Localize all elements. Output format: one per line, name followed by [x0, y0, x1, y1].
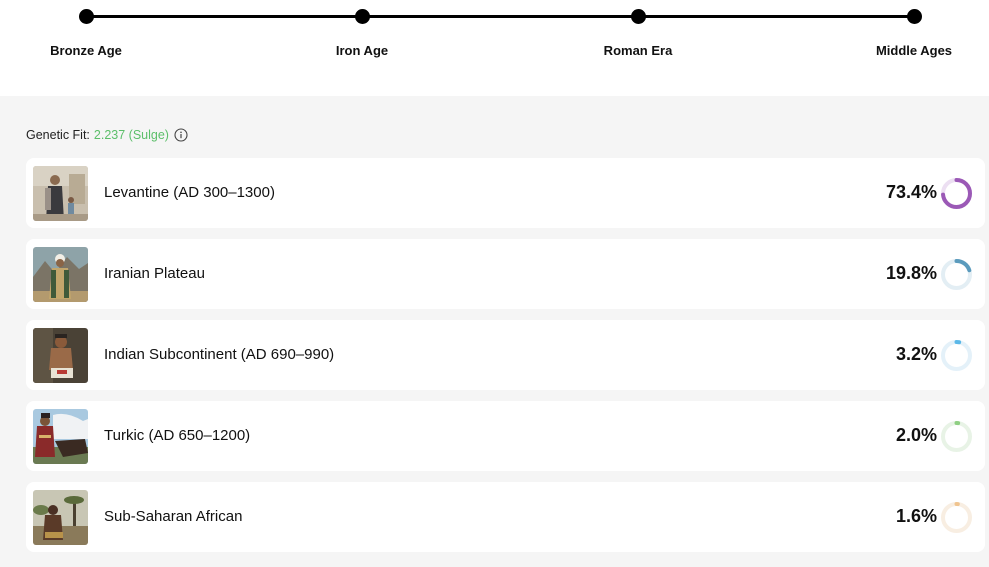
levantine-portrait: [33, 166, 88, 221]
era-timeline: Bronze Age Iron Age Roman Era Middle Age…: [0, 0, 989, 96]
timeline-dot-roman-era[interactable]: [631, 9, 646, 24]
progress-ring: [941, 502, 972, 533]
ancestry-name: Levantine (AD 300–1300): [104, 184, 275, 201]
timeline-track: [86, 15, 914, 18]
ancestry-row-levantine[interactable]: Levantine (AD 300–1300) 73.4%: [26, 158, 985, 228]
ancestry-percent: 1.6%: [895, 506, 937, 526]
progress-ring: [941, 421, 972, 452]
timeline-dot-iron-age[interactable]: [355, 9, 370, 24]
timeline-label-iron-age[interactable]: Iron Age: [336, 43, 388, 58]
progress-ring-track: [941, 340, 972, 371]
ancestry-percent: 3.2%: [895, 344, 937, 364]
turkic-portrait: [33, 409, 88, 464]
timeline-label-bronze-age[interactable]: Bronze Age: [50, 43, 122, 58]
ancestry-row-iranian-plateau[interactable]: Iranian Plateau 19.8%: [26, 239, 985, 309]
ancestry-name: Iranian Plateau: [104, 265, 205, 282]
timeline-label-middle-ages[interactable]: Middle Ages: [876, 43, 952, 58]
genetic-fit: Genetic Fit: 2.237 (Sulge): [26, 128, 188, 142]
ancestry-name: Turkic (AD 650–1200): [104, 427, 251, 444]
ancestry-percent: 19.8%: [885, 263, 937, 283]
ancestry-row-indian-subcontinent[interactable]: Indian Subcontinent (AD 690–990) 3.2%: [26, 320, 985, 390]
info-icon[interactable]: [174, 128, 188, 142]
ancestry-row-sub-saharan-african[interactable]: Sub-Saharan African 1.6%: [26, 482, 985, 552]
timeline-label-roman-era[interactable]: Roman Era: [604, 43, 673, 58]
progress-ring: [941, 259, 972, 290]
progress-ring: [941, 340, 972, 371]
progress-ring-track: [941, 502, 972, 533]
ancestry-row-turkic[interactable]: Turkic (AD 650–1200) 2.0%: [26, 401, 985, 471]
progress-ring: [941, 178, 972, 209]
ancestry-percent: 2.0%: [895, 425, 937, 445]
sub-saharan-african-portrait: [33, 490, 88, 545]
genetic-fit-value: 2.237 (Sulge): [93, 128, 169, 142]
timeline-dot-middle-ages[interactable]: [907, 9, 922, 24]
indian-subcontinent-portrait: [33, 328, 88, 383]
ancestry-percent: 73.4%: [885, 182, 937, 202]
progress-ring-track: [941, 421, 972, 452]
timeline-dot-bronze-age[interactable]: [79, 9, 94, 24]
ancestry-name: Sub-Saharan African: [104, 508, 243, 525]
genetic-fit-label: Genetic Fit:: [26, 128, 90, 142]
ancestry-name: Indian Subcontinent (AD 690–990): [104, 346, 335, 363]
iranian-plateau-portrait: [33, 247, 88, 302]
